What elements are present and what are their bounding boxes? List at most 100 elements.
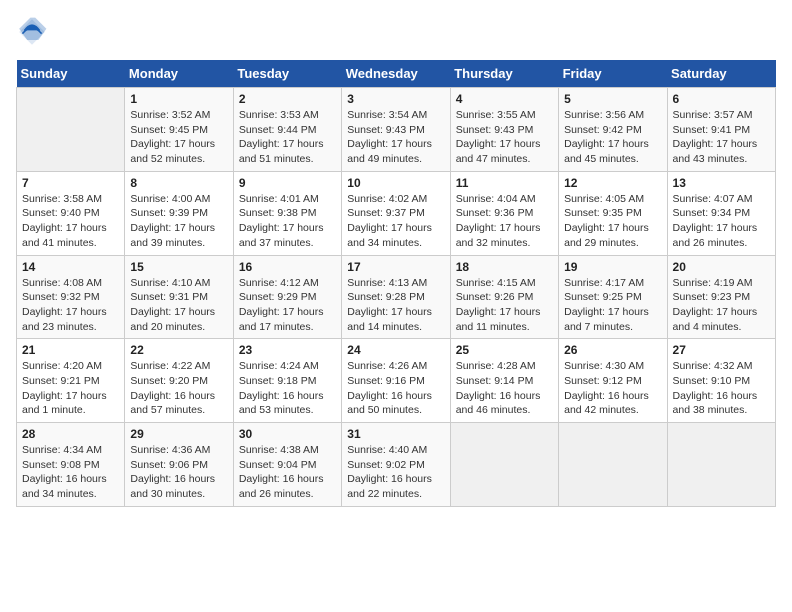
calendar-cell: 17 Sunrise: 4:13 AMSunset: 9:28 PMDayligh… [342,255,450,339]
calendar-cell: 6 Sunrise: 3:57 AMSunset: 9:41 PMDaylight… [667,88,775,172]
day-number: 4 [456,92,553,106]
day-number: 6 [673,92,770,106]
day-info: Sunrise: 4:07 AMSunset: 9:34 PMDaylight:… [673,192,770,251]
day-number: 5 [564,92,661,106]
day-info: Sunrise: 3:52 AMSunset: 9:45 PMDaylight:… [130,108,227,167]
calendar-cell: 14 Sunrise: 4:08 AMSunset: 9:32 PMDayligh… [17,255,125,339]
day-info: Sunrise: 4:24 AMSunset: 9:18 PMDaylight:… [239,359,336,418]
day-info: Sunrise: 3:57 AMSunset: 9:41 PMDaylight:… [673,108,770,167]
calendar-cell: 15 Sunrise: 4:10 AMSunset: 9:31 PMDayligh… [125,255,233,339]
day-number: 27 [673,343,770,357]
calendar-cell: 25 Sunrise: 4:28 AMSunset: 9:14 PMDayligh… [450,339,558,423]
calendar-header-row: SundayMondayTuesdayWednesdayThursdayFrid… [17,60,776,88]
day-info: Sunrise: 4:00 AMSunset: 9:39 PMDaylight:… [130,192,227,251]
calendar-cell: 3 Sunrise: 3:54 AMSunset: 9:43 PMDaylight… [342,88,450,172]
calendar-cell: 10 Sunrise: 4:02 AMSunset: 9:37 PMDayligh… [342,171,450,255]
day-info: Sunrise: 4:02 AMSunset: 9:37 PMDaylight:… [347,192,444,251]
day-number: 3 [347,92,444,106]
calendar-cell: 11 Sunrise: 4:04 AMSunset: 9:36 PMDayligh… [450,171,558,255]
day-number: 1 [130,92,227,106]
day-info: Sunrise: 4:15 AMSunset: 9:26 PMDaylight:… [456,276,553,335]
calendar-cell: 9Sunrise: 4:01 AMSunset: 9:38 PMDaylight… [233,171,341,255]
day-number: 11 [456,176,553,190]
calendar-cell: 29Sunrise: 4:36 AMSunset: 9:06 PMDayligh… [125,423,233,507]
calendar-week-row: 1 Sunrise: 3:52 AMSunset: 9:45 PMDaylight… [17,88,776,172]
day-info: Sunrise: 4:34 AMSunset: 9:08 PMDaylight:… [22,443,119,502]
day-info: Sunrise: 3:58 AMSunset: 9:40 PMDaylight:… [22,192,119,251]
calendar-cell: 7Sunrise: 3:58 AMSunset: 9:40 PMDaylight… [17,171,125,255]
day-info: Sunrise: 4:26 AMSunset: 9:16 PMDaylight:… [347,359,444,418]
calendar-cell: 26 Sunrise: 4:30 AMSunset: 9:12 PMDayligh… [559,339,667,423]
day-info: Sunrise: 4:32 AMSunset: 9:10 PMDaylight:… [673,359,770,418]
calendar-cell: 19 Sunrise: 4:17 AMSunset: 9:25 PMDayligh… [559,255,667,339]
calendar-cell: 1 Sunrise: 3:52 AMSunset: 9:45 PMDaylight… [125,88,233,172]
calendar-cell: 5 Sunrise: 3:56 AMSunset: 9:42 PMDaylight… [559,88,667,172]
day-header-friday: Friday [559,60,667,88]
calendar-cell: 30 Sunrise: 4:38 AMSunset: 9:04 PMDayligh… [233,423,341,507]
calendar-cell: 28 Sunrise: 4:34 AMSunset: 9:08 PMDayligh… [17,423,125,507]
calendar-cell: 12 Sunrise: 4:05 AMSunset: 9:35 PMDayligh… [559,171,667,255]
day-number: 26 [564,343,661,357]
day-info: Sunrise: 3:56 AMSunset: 9:42 PMDaylight:… [564,108,661,167]
calendar-cell: 23 Sunrise: 4:24 AMSunset: 9:18 PMDayligh… [233,339,341,423]
day-number: 12 [564,176,661,190]
calendar-cell: 18Sunrise: 4:15 AMSunset: 9:26 PMDayligh… [450,255,558,339]
day-number: 19 [564,260,661,274]
day-info: Sunrise: 4:19 AMSunset: 9:23 PMDaylight:… [673,276,770,335]
calendar-week-row: 21Sunrise: 4:20 AMSunset: 9:21 PMDayligh… [17,339,776,423]
day-info: Sunrise: 4:13 AMSunset: 9:28 PMDaylight:… [347,276,444,335]
calendar-cell: 24 Sunrise: 4:26 AMSunset: 9:16 PMDayligh… [342,339,450,423]
day-info: Sunrise: 3:54 AMSunset: 9:43 PMDaylight:… [347,108,444,167]
day-number: 2 [239,92,336,106]
calendar-cell [450,423,558,507]
day-number: 25 [456,343,553,357]
day-info: Sunrise: 4:38 AMSunset: 9:04 PMDaylight:… [239,443,336,502]
day-number: 21 [22,343,119,357]
day-number: 15 [130,260,227,274]
day-number: 14 [22,260,119,274]
calendar-cell: 8 Sunrise: 4:00 AMSunset: 9:39 PMDaylight… [125,171,233,255]
calendar-cell [559,423,667,507]
day-number: 9 [239,176,336,190]
calendar-week-row: 14 Sunrise: 4:08 AMSunset: 9:32 PMDayligh… [17,255,776,339]
day-header-tuesday: Tuesday [233,60,341,88]
day-number: 10 [347,176,444,190]
logo [16,16,52,48]
page-header [16,16,776,48]
calendar-cell: 31 Sunrise: 4:40 AMSunset: 9:02 PMDayligh… [342,423,450,507]
day-number: 30 [239,427,336,441]
day-header-saturday: Saturday [667,60,775,88]
calendar-cell [667,423,775,507]
day-info: Sunrise: 4:36 AMSunset: 9:06 PMDaylight:… [130,443,227,502]
day-info: Sunrise: 4:05 AMSunset: 9:35 PMDaylight:… [564,192,661,251]
day-number: 23 [239,343,336,357]
day-info: Sunrise: 4:08 AMSunset: 9:32 PMDaylight:… [22,276,119,335]
day-info: Sunrise: 4:22 AMSunset: 9:20 PMDaylight:… [130,359,227,418]
calendar-cell: 21Sunrise: 4:20 AMSunset: 9:21 PMDayligh… [17,339,125,423]
day-info: Sunrise: 4:17 AMSunset: 9:25 PMDaylight:… [564,276,661,335]
day-number: 8 [130,176,227,190]
calendar-week-row: 28 Sunrise: 4:34 AMSunset: 9:08 PMDayligh… [17,423,776,507]
day-number: 22 [130,343,227,357]
day-header-sunday: Sunday [17,60,125,88]
calendar-week-row: 7Sunrise: 3:58 AMSunset: 9:40 PMDaylight… [17,171,776,255]
calendar-table: SundayMondayTuesdayWednesdayThursdayFrid… [16,60,776,507]
day-info: Sunrise: 4:40 AMSunset: 9:02 PMDaylight:… [347,443,444,502]
day-info: Sunrise: 4:30 AMSunset: 9:12 PMDaylight:… [564,359,661,418]
day-number: 17 [347,260,444,274]
calendar-cell: 16Sunrise: 4:12 AMSunset: 9:29 PMDayligh… [233,255,341,339]
day-info: Sunrise: 4:10 AMSunset: 9:31 PMDaylight:… [130,276,227,335]
day-number: 24 [347,343,444,357]
calendar-cell: 22 Sunrise: 4:22 AMSunset: 9:20 PMDayligh… [125,339,233,423]
logo-icon [16,16,48,48]
day-number: 28 [22,427,119,441]
calendar-cell [17,88,125,172]
day-info: Sunrise: 4:04 AMSunset: 9:36 PMDaylight:… [456,192,553,251]
day-info: Sunrise: 4:28 AMSunset: 9:14 PMDaylight:… [456,359,553,418]
day-number: 31 [347,427,444,441]
day-info: Sunrise: 4:12 AMSunset: 9:29 PMDaylight:… [239,276,336,335]
day-info: Sunrise: 3:53 AMSunset: 9:44 PMDaylight:… [239,108,336,167]
day-header-monday: Monday [125,60,233,88]
calendar-cell: 2 Sunrise: 3:53 AMSunset: 9:44 PMDaylight… [233,88,341,172]
calendar-cell: 4Sunrise: 3:55 AMSunset: 9:43 PMDaylight… [450,88,558,172]
